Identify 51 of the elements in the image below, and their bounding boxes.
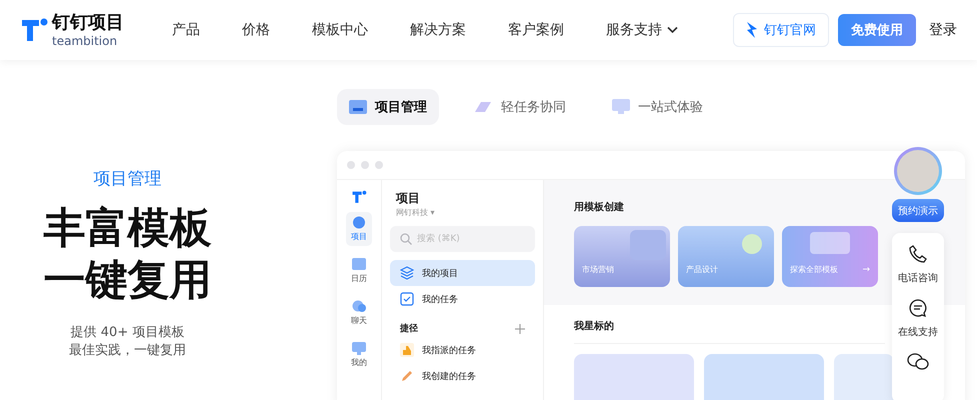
product-tab[interactable]: 轻任务协同	[461, 89, 578, 125]
shortcut-item[interactable]: 我指派的任务	[390, 337, 535, 363]
sidebar-item[interactable]: 我的任务	[390, 286, 535, 312]
product-tab[interactable]: 一站式体验	[600, 89, 715, 125]
arm-icon	[400, 343, 414, 357]
nav-link[interactable]: 客户案例	[508, 21, 564, 39]
phone-icon[interactable]	[909, 245, 927, 263]
chevron-down-icon	[667, 26, 678, 34]
nav-link[interactable]: 价格	[242, 21, 270, 39]
sidebar-item[interactable]: 我的项目	[390, 260, 535, 286]
logo-subtitle: teambition	[52, 34, 118, 48]
nav-link[interactable]: 服务支持	[606, 21, 678, 39]
hero-description: 提供 40+ 项目模板	[70, 324, 184, 342]
add-icon[interactable]	[515, 324, 525, 334]
book-demo-button[interactable]: 预约演示	[892, 199, 944, 222]
logo-icon	[351, 190, 367, 204]
chat-icon[interactable]	[909, 299, 927, 317]
pencil-icon	[400, 369, 414, 383]
hero-description: 最佳实践，一键复用	[69, 342, 186, 360]
hero-title: 一键复用	[44, 254, 212, 306]
section-title: 我星标的	[574, 319, 885, 344]
official-site-button[interactable]: 钉钉官网	[733, 13, 829, 47]
hero-title: 丰富模板	[44, 202, 212, 254]
nav-link[interactable]: 产品	[172, 21, 200, 39]
layers-icon	[400, 266, 414, 280]
checkbox-icon	[400, 292, 414, 306]
logo-title: 钉钉项目	[52, 12, 124, 34]
product-tab[interactable]: 项目管理	[337, 89, 439, 125]
nav-link[interactable]: 解决方案	[410, 21, 466, 39]
nav-link[interactable]: 模板中心	[312, 21, 368, 39]
window-dot	[347, 161, 355, 169]
section-eyebrow: 项目管理	[94, 168, 162, 190]
rail-item[interactable]: 我的	[346, 338, 372, 372]
board-icon	[349, 100, 367, 114]
search-field[interactable]: 搜索 (⌘K)	[390, 226, 535, 252]
shortcut-item[interactable]: 我创建的任务	[390, 363, 535, 389]
logo-icon	[20, 17, 48, 43]
wechat-icon[interactable]	[907, 353, 929, 371]
rail-item[interactable]: 项目	[346, 212, 372, 246]
contact-label: 电话咨询	[898, 272, 938, 285]
monitor-icon	[612, 99, 630, 115]
rail-item[interactable]: 日历	[346, 254, 372, 288]
sidebar-title: 项目	[394, 190, 421, 207]
login-link[interactable]: 登录	[929, 21, 957, 39]
contact-label: 在线支持	[898, 326, 938, 339]
shortcuts-heading: 捷径	[400, 322, 418, 335]
rail-item[interactable]: 聊天	[346, 296, 372, 330]
section-title: 用模板创建	[574, 200, 624, 214]
chat-icon	[352, 300, 366, 313]
window-dot	[375, 161, 383, 169]
window-dot	[361, 161, 369, 169]
